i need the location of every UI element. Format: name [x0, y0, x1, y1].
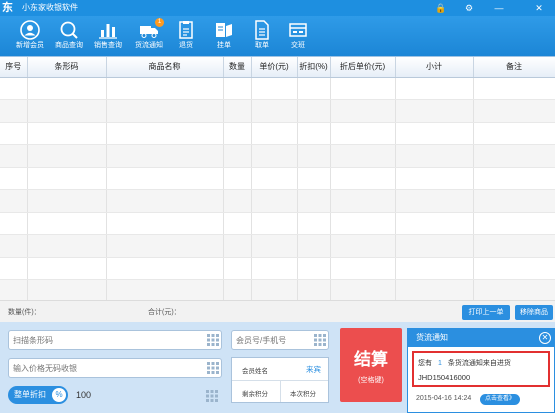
- table-row[interactable]: [0, 279, 555, 303]
- add-member-icon: [20, 20, 40, 40]
- table-row[interactable]: [0, 77, 555, 100]
- total-label: 合计(元)：: [148, 309, 181, 316]
- notification-prefix: 您有: [418, 360, 432, 367]
- minimize-button[interactable]: —: [490, 1, 508, 15]
- bar-chart-icon: [99, 24, 117, 39]
- remove-product-button[interactable]: 移除商品: [515, 305, 553, 320]
- keypad-icon[interactable]: [206, 390, 218, 402]
- table-header-row: 序号 条形码 商品名称 数量 单价(元) 折扣(%) 折后单价(元) 小计 备注: [0, 57, 555, 78]
- table-row[interactable]: [0, 234, 555, 258]
- table-row[interactable]: [0, 189, 555, 213]
- return-goods-icon: [179, 21, 193, 39]
- percent-icon: %: [52, 388, 66, 402]
- hang-order-icon: [216, 23, 232, 37]
- notification-message: 您有 1 条货流通知来自进货 JHD150416000: [412, 351, 550, 387]
- toolbar-label: 新增会员: [16, 42, 44, 49]
- barcode-input-box[interactable]: [8, 330, 222, 350]
- column-header[interactable]: 折后单价(元): [330, 57, 396, 78]
- toolbar-label: 挂单: [217, 42, 231, 49]
- notification-order-code: JHD150416000: [418, 373, 471, 382]
- no-barcode-price-input[interactable]: [13, 362, 163, 375]
- checkout-hint: (空格键): [358, 377, 384, 384]
- toolbar-product-query-button[interactable]: 商品查询: [52, 18, 86, 54]
- member-name-label: 会员姓名: [242, 368, 268, 375]
- product-table: 序号 条形码 商品名称 数量 单价(元) 折扣(%) 折后单价(元) 小计 备注: [0, 57, 555, 303]
- settings-icon[interactable]: ⚙: [460, 1, 478, 15]
- lock-icon[interactable]: 🔒: [432, 1, 450, 15]
- search-icon: [60, 21, 78, 39]
- table-row[interactable]: [0, 99, 555, 123]
- keypad-icon[interactable]: [207, 334, 219, 346]
- barcode-input[interactable]: [13, 334, 163, 347]
- toolbar-add-member-button[interactable]: 新增会员: [13, 18, 47, 54]
- toolbar-goods-notice-button[interactable]: 1 货流通知: [132, 18, 166, 54]
- column-header[interactable]: 折扣(%): [297, 57, 331, 78]
- table-row[interactable]: [0, 122, 555, 145]
- close-icon[interactable]: ✕: [539, 332, 551, 344]
- column-header[interactable]: 备注: [473, 57, 555, 78]
- table-row[interactable]: [0, 212, 555, 235]
- close-window-button[interactable]: ✕: [530, 1, 548, 15]
- column-header[interactable]: 单价(元): [251, 57, 298, 78]
- notification-header: 货流通知 ✕: [408, 329, 554, 347]
- quantity-label: 数量(件)：: [8, 309, 41, 316]
- toolbar-label: 退货: [179, 42, 193, 49]
- column-header[interactable]: 序号: [0, 57, 28, 78]
- toolbar-label: 交班: [291, 42, 305, 49]
- keypad-icon[interactable]: [314, 334, 326, 346]
- notification-title: 货流通知: [416, 333, 448, 342]
- divider: [280, 380, 281, 402]
- window-title: 小东家收银软件: [22, 3, 78, 12]
- checkout-label: 结算: [354, 350, 388, 369]
- notification-line: 您有 1 条货流通知来自进货: [418, 358, 511, 368]
- member-name-value: 来宾: [306, 365, 321, 374]
- goods-notification-popup: 货流通知 ✕ 您有 1 条货流通知来自进货 JHD150416000 2015-04…: [407, 328, 555, 413]
- view-details-link[interactable]: 点击查看》: [480, 394, 520, 405]
- summary-bar: 数量(件)： 合计(元)： 打印上一单 移除商品: [0, 300, 555, 322]
- column-header[interactable]: 小计: [395, 57, 474, 78]
- notification-time: 2015-04-16 14:24: [416, 395, 472, 402]
- toolbar-return-button[interactable]: 退货: [169, 18, 203, 54]
- toolbar-label: 货流通知: [135, 42, 163, 49]
- toolbar-shift-handover-button[interactable]: 交班: [281, 18, 315, 54]
- whole-order-discount-button[interactable]: 整单折扣 %: [8, 386, 68, 404]
- toolbar: 新增会员 商品查询 销售查询 1 货流通知 退货 挂单 取单 交班: [0, 16, 555, 56]
- discount-label: 整单折扣: [14, 390, 46, 399]
- table-row[interactable]: [0, 144, 555, 168]
- table-row[interactable]: [0, 257, 555, 280]
- notification-badge: 1: [155, 18, 164, 27]
- app-logo: 东: [2, 2, 13, 14]
- member-input-box[interactable]: [231, 330, 329, 350]
- notification-count: 1: [438, 360, 442, 367]
- product-grid[interactable]: 序号 条形码 商品名称 数量 单价(元) 折扣(%) 折后单价(元) 小计 备注: [0, 56, 555, 303]
- column-header[interactable]: 商品名称: [106, 57, 224, 78]
- retrieve-order-icon: [255, 20, 269, 40]
- shift-handover-icon: [289, 23, 307, 37]
- notification-suffix: 条货流通知来自进货: [447, 360, 511, 367]
- column-header[interactable]: 条形码: [27, 57, 107, 78]
- keypad-icon[interactable]: [207, 362, 219, 374]
- toolbar-retrieve-order-button[interactable]: 取单: [245, 18, 279, 54]
- toolbar-label: 销售查询: [94, 42, 122, 49]
- current-points-label: 本次积分: [290, 391, 316, 398]
- toolbar-hang-order-button[interactable]: 挂单: [207, 18, 241, 54]
- member-info-box: 会员姓名 来宾 剩余积分 本次积分: [231, 357, 329, 403]
- reprint-last-button[interactable]: 打印上一单: [462, 305, 510, 320]
- title-bar: 东 小东家收银软件 🔒 ⚙ — ✕: [0, 0, 555, 16]
- discount-value[interactable]: 100: [76, 390, 91, 400]
- toolbar-sales-query-button[interactable]: 销售查询: [91, 18, 125, 54]
- remaining-points-label: 剩余积分: [242, 391, 268, 398]
- no-barcode-input-box[interactable]: [8, 358, 222, 378]
- checkout-button[interactable]: 结算 (空格键): [340, 328, 402, 402]
- toolbar-label: 取单: [255, 42, 269, 49]
- column-header[interactable]: 数量: [223, 57, 252, 78]
- member-id-input[interactable]: [236, 334, 306, 347]
- toolbar-label: 商品查询: [55, 42, 83, 49]
- table-row[interactable]: [0, 167, 555, 190]
